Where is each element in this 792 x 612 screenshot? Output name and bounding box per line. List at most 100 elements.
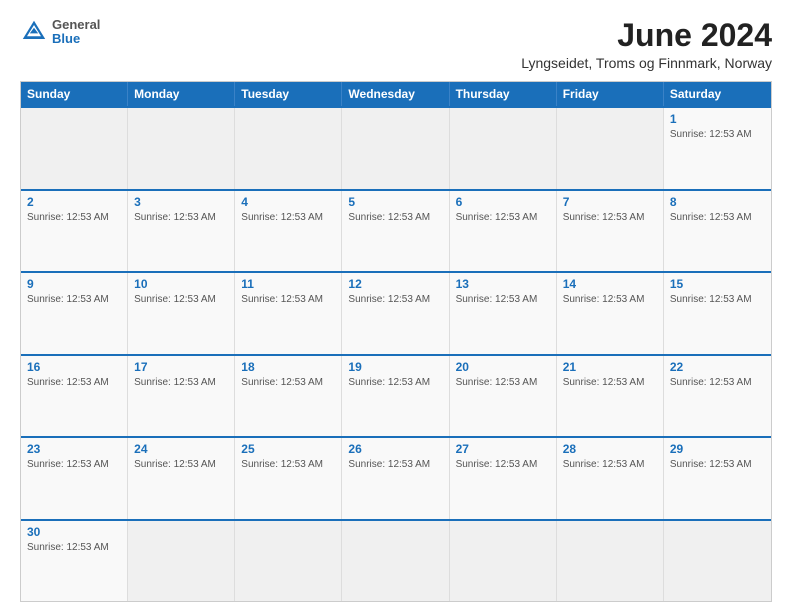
header-day-monday: Monday: [128, 82, 235, 106]
day-sunrise: Sunrise: 12:53 AM: [27, 376, 121, 389]
calendar-cell: [21, 108, 128, 188]
day-number: 1: [670, 112, 765, 126]
calendar-cell: [128, 108, 235, 188]
month-title: June 2024: [521, 18, 772, 53]
day-sunrise: Sunrise: 12:53 AM: [348, 293, 442, 306]
calendar-cell: 28Sunrise: 12:53 AM: [557, 438, 664, 518]
calendar-cell: 29Sunrise: 12:53 AM: [664, 438, 771, 518]
header-day-sunday: Sunday: [21, 82, 128, 106]
day-sunrise: Sunrise: 12:53 AM: [27, 211, 121, 224]
day-sunrise: Sunrise: 12:53 AM: [456, 458, 550, 471]
day-sunrise: Sunrise: 12:53 AM: [348, 376, 442, 389]
calendar-cell: 6Sunrise: 12:53 AM: [450, 191, 557, 271]
day-sunrise: Sunrise: 12:53 AM: [670, 376, 765, 389]
logo-general: General: [52, 18, 100, 32]
calendar-week-6: 30Sunrise: 12:53 AM: [21, 519, 771, 601]
day-sunrise: Sunrise: 12:53 AM: [27, 458, 121, 471]
day-sunrise: Sunrise: 12:53 AM: [563, 211, 657, 224]
calendar-week-2: 2 Sunrise: 12:53 AM 3 Sunrise: 12:53 AM 4 Sun…: [21, 189, 771, 271]
calendar-cell: [235, 521, 342, 601]
day-number: 19: [348, 360, 442, 374]
calendar-cell: 18Sunrise: 12:53 AM: [235, 356, 342, 436]
day-number: 27: [456, 442, 550, 456]
day-number: 21: [563, 360, 657, 374]
header: General Blue June 2024 Lyngseidet, Troms…: [20, 18, 772, 71]
calendar-cell: 13 Sunrise: 12:53 AM: [450, 273, 557, 353]
day-number: 11: [241, 277, 335, 291]
day-number: 16: [27, 360, 121, 374]
day-sunrise: Sunrise: 12:53 AM: [134, 376, 228, 389]
calendar-week-1: 1 Sunrise: 12:53 AM: [21, 106, 771, 188]
day-sunrise: Sunrise: 12:53 AM: [241, 376, 335, 389]
logo: General Blue: [20, 18, 100, 47]
day-number: 14: [563, 277, 657, 291]
day-number: 25: [241, 442, 335, 456]
day-number: 20: [456, 360, 550, 374]
location: Lyngseidet, Troms og Finnmark, Norway: [521, 55, 772, 71]
day-sunrise: Sunrise: 12:53 AM: [563, 293, 657, 306]
day-number: 26: [348, 442, 442, 456]
day-sunrise: Sunrise: 12:53 AM: [241, 458, 335, 471]
header-day-friday: Friday: [557, 82, 664, 106]
calendar-header: SundayMondayTuesdayWednesdayThursdayFrid…: [21, 82, 771, 106]
logo-icon: [20, 18, 48, 46]
header-right: June 2024 Lyngseidet, Troms og Finnmark,…: [521, 18, 772, 71]
calendar-week-5: 23Sunrise: 12:53 AM 24 Sunrise: 12:53 AM 25…: [21, 436, 771, 518]
day-sunrise: Sunrise: 12:53 AM: [456, 293, 550, 306]
calendar-cell: 1 Sunrise: 12:53 AM: [664, 108, 771, 188]
day-sunrise: Sunrise: 12:53 AM: [27, 293, 121, 306]
calendar-cell: 24 Sunrise: 12:53 AM: [128, 438, 235, 518]
header-day-wednesday: Wednesday: [342, 82, 449, 106]
day-number: 24: [134, 442, 228, 456]
day-number: 29: [670, 442, 765, 456]
calendar-cell: 7 Sunrise: 12:53 AM: [557, 191, 664, 271]
calendar-cell: 26Sunrise: 12:53 AM: [342, 438, 449, 518]
page: General Blue June 2024 Lyngseidet, Troms…: [0, 0, 792, 612]
day-sunrise: Sunrise: 12:53 AM: [456, 376, 550, 389]
calendar-cell: [342, 521, 449, 601]
header-day-tuesday: Tuesday: [235, 82, 342, 106]
day-number: 8: [670, 195, 765, 209]
day-sunrise: Sunrise: 12:53 AM: [241, 211, 335, 224]
calendar-cell: 8 Sunrise: 12:53 AM: [664, 191, 771, 271]
calendar-body: 1 Sunrise: 12:53 AM 2 Sunrise: 12:53 AM 3 Sun…: [21, 106, 771, 601]
calendar-cell: [450, 108, 557, 188]
calendar-cell: [128, 521, 235, 601]
day-number: 22: [670, 360, 765, 374]
day-number: 6: [456, 195, 550, 209]
calendar-cell: 17 Sunrise: 12:53 AM: [128, 356, 235, 436]
day-number: 3: [134, 195, 228, 209]
day-number: 4: [241, 195, 335, 209]
calendar-cell: 12 Sunrise: 12:53 AM: [342, 273, 449, 353]
calendar-cell: [235, 108, 342, 188]
calendar-cell: 16 Sunrise: 12:53 AM: [21, 356, 128, 436]
calendar-cell: [557, 108, 664, 188]
day-sunrise: Sunrise: 12:53 AM: [134, 293, 228, 306]
calendar-week-3: 9Sunrise: 12:53 AM10Sunrise: 12:53 AM11S…: [21, 271, 771, 353]
day-sunrise: Sunrise: 12:53 AM: [670, 211, 765, 224]
day-number: 13: [456, 277, 550, 291]
calendar: SundayMondayTuesdayWednesdayThursdayFrid…: [20, 81, 772, 602]
day-number: 12: [348, 277, 442, 291]
calendar-cell: 4 Sunrise: 12:53 AM: [235, 191, 342, 271]
calendar-cell: [450, 521, 557, 601]
calendar-cell: 23Sunrise: 12:53 AM: [21, 438, 128, 518]
calendar-cell: 19 Sunrise: 12:53 AM: [342, 356, 449, 436]
calendar-cell: [557, 521, 664, 601]
calendar-cell: 20 Sunrise: 12:53 AM: [450, 356, 557, 436]
day-sunrise: Sunrise: 12:53 AM: [134, 458, 228, 471]
calendar-cell: 30Sunrise: 12:53 AM: [21, 521, 128, 601]
day-sunrise: Sunrise: 12:53 AM: [670, 128, 765, 141]
day-number: 17: [134, 360, 228, 374]
calendar-cell: 15Sunrise: 12:53 AM: [664, 273, 771, 353]
header-day-saturday: Saturday: [664, 82, 771, 106]
calendar-cell: 11Sunrise: 12:53 AM: [235, 273, 342, 353]
calendar-cell: 2 Sunrise: 12:53 AM: [21, 191, 128, 271]
day-number: 2: [27, 195, 121, 209]
day-number: 5: [348, 195, 442, 209]
calendar-cell: 27 Sunrise: 12:53 AM: [450, 438, 557, 518]
calendar-cell: 9Sunrise: 12:53 AM: [21, 273, 128, 353]
calendar-cell: 10Sunrise: 12:53 AM: [128, 273, 235, 353]
calendar-cell: [664, 521, 771, 601]
day-number: 7: [563, 195, 657, 209]
